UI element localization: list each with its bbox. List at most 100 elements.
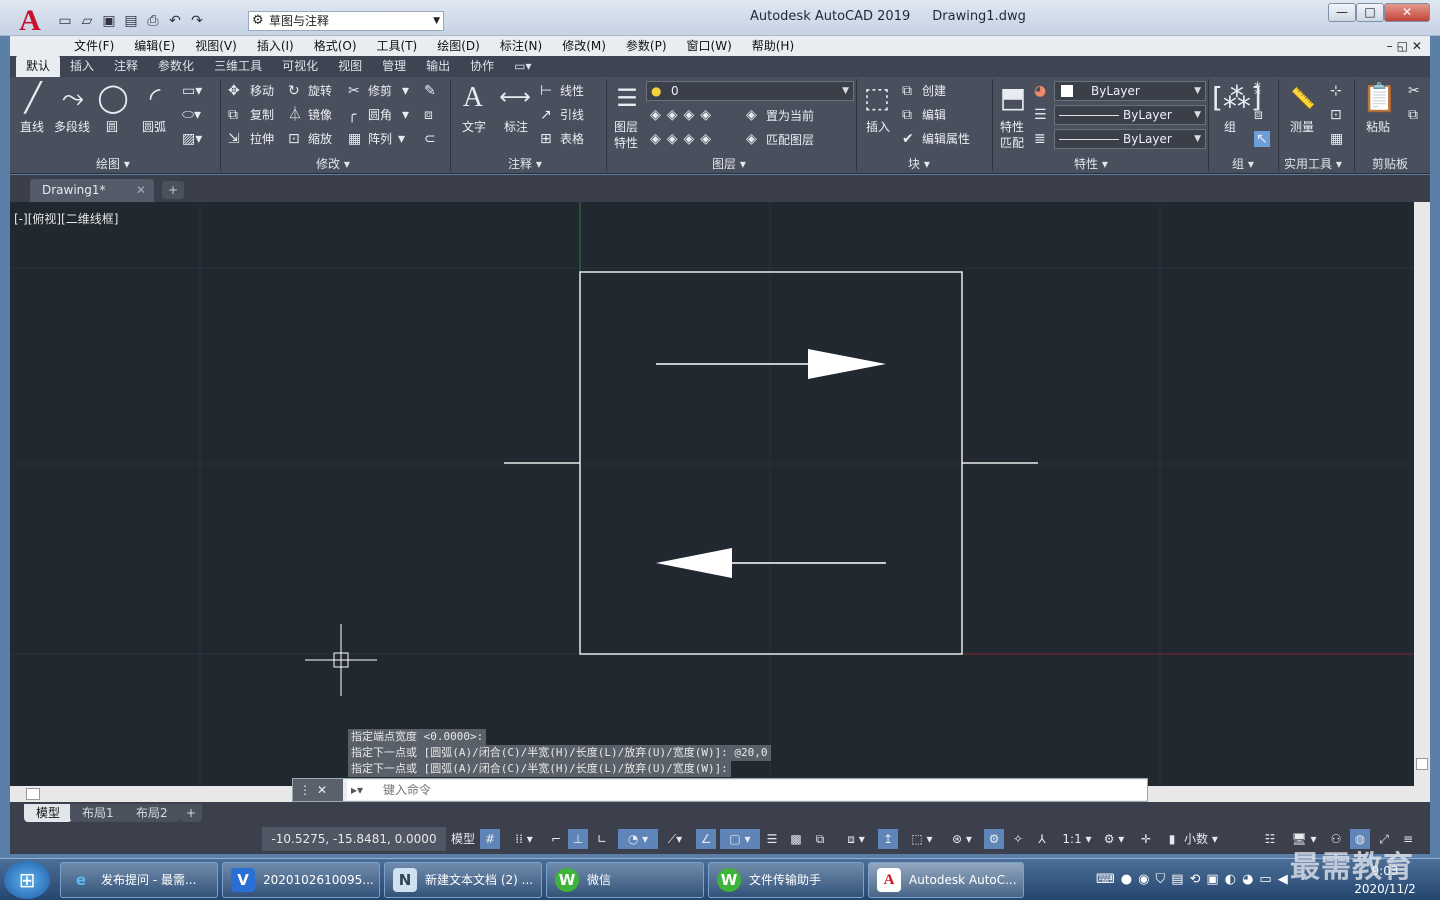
3d-osnap-icon[interactable]: ⧈ ▾: [836, 829, 876, 849]
dropdown-icon[interactable]: ▾: [402, 83, 409, 99]
rotate-button[interactable]: 旋转: [308, 83, 332, 99]
annotation-scale-dropdown[interactable]: 1:1 ▾: [1056, 829, 1098, 849]
panel-title-draw[interactable]: 绘图 ▾: [96, 156, 130, 172]
match-properties-icon[interactable]: ⬒: [996, 81, 1030, 115]
ribbon-minimize-icon[interactable]: ▭▾: [504, 56, 541, 77]
tab-default[interactable]: 默认: [16, 56, 61, 77]
top-arrow-head[interactable]: [808, 349, 886, 379]
scale-button[interactable]: 缩放: [308, 131, 332, 147]
object-snap-tracking-icon[interactable]: ∠: [696, 829, 716, 849]
infer-constraints-icon[interactable]: ⌐: [546, 829, 566, 849]
workspace-switch-icon[interactable]: ⚙ ▾: [1096, 829, 1132, 849]
volume-icon[interactable]: ◀: [1278, 872, 1288, 887]
panel-title-annotation[interactable]: 注释 ▾: [508, 156, 542, 172]
dropdown-icon[interactable]: ▾: [398, 131, 405, 147]
taskbar-item-ie[interactable]: e 发布提问 - 最需...: [60, 862, 218, 898]
print-icon[interactable]: ⎙: [144, 13, 162, 29]
arc-icon[interactable]: ◜: [138, 81, 172, 115]
command-line-tools[interactable]: ⋮✕🔧: [293, 779, 343, 819]
tab-view[interactable]: 视图: [328, 56, 372, 77]
menu-parametric[interactable]: 参数(P): [616, 36, 677, 56]
coordinate-display[interactable]: -10.5275, -15.8481, 0.0000: [262, 827, 446, 851]
menu-modify[interactable]: 修改(M): [552, 36, 616, 56]
vertical-scrollbar[interactable]: [1414, 202, 1430, 786]
model-space-button[interactable]: 模型: [448, 829, 478, 849]
ortho-icon[interactable]: ∟: [592, 829, 612, 849]
set-current-button[interactable]: 置为当前: [766, 108, 814, 124]
leader-button[interactable]: 引线: [560, 107, 584, 123]
tab-output[interactable]: 输出: [416, 56, 460, 77]
taskbar-item-notepad[interactable]: N 新建文本文档 (2) ...: [384, 862, 542, 898]
gizmo-icon[interactable]: ⊛ ▾: [942, 829, 982, 849]
create-block-button[interactable]: 创建: [922, 83, 946, 99]
panel-title-layers[interactable]: 图层 ▾: [712, 156, 746, 172]
document-window-controls[interactable]: –◱✕: [1387, 36, 1426, 56]
edit-attribute-button[interactable]: 编辑属性: [922, 131, 970, 147]
group-button[interactable]: 组: [1224, 119, 1236, 135]
polyline-button[interactable]: 多段线: [54, 119, 90, 135]
dimension-button[interactable]: 标注: [504, 119, 528, 135]
grid-icon[interactable]: #: [480, 829, 500, 849]
taskbar-item-autocad[interactable]: A Autodesk AutoC...: [868, 862, 1024, 898]
line-icon[interactable]: ╱: [16, 81, 50, 115]
lineweight-dropdown[interactable]: ByLayer ▼: [1054, 129, 1206, 149]
new-icon[interactable]: ▭: [56, 13, 74, 29]
selection-cycling-icon[interactable]: ⧉: [810, 829, 830, 849]
shield-icon[interactable]: ⛉: [1155, 872, 1165, 887]
tab-visualize[interactable]: 可视化: [272, 56, 328, 77]
copy-button[interactable]: 复制: [250, 107, 274, 123]
tab-insert[interactable]: 插入: [60, 56, 104, 77]
layer-properties-icon[interactable]: ☰: [610, 81, 644, 115]
tab-layout1[interactable]: 布局1: [70, 804, 126, 822]
quick-select-icon[interactable]: ⊹: [1330, 83, 1342, 99]
save-icon[interactable]: ▣: [100, 13, 118, 29]
workspace-selector[interactable]: ⚙ 草图与注释 ▼: [248, 11, 444, 31]
offset-icon[interactable]: ⊂: [424, 131, 436, 147]
selection-filter-icon[interactable]: ⬚ ▾: [902, 829, 942, 849]
layer-tools-row1[interactable]: ◈◈◈◈: [650, 107, 717, 123]
nvidia-icon[interactable]: ▣: [1206, 872, 1218, 887]
linetype-dropdown[interactable]: ByLayer ▼: [1054, 105, 1206, 125]
panel-title-groups[interactable]: 组 ▾: [1232, 156, 1254, 172]
mirror-button[interactable]: 镜像: [308, 107, 332, 123]
menu-window[interactable]: 窗口(W): [677, 36, 742, 56]
snap-icon[interactable]: ⁞⁞ ▾: [504, 829, 544, 849]
windows-start-icon[interactable]: ⊞: [4, 861, 50, 899]
open-icon[interactable]: ▱: [78, 13, 96, 29]
keyboard-icon[interactable]: ⌨: [1096, 872, 1115, 887]
panel-title-properties[interactable]: 特性 ▾: [1074, 156, 1108, 172]
insert-block-button[interactable]: 插入: [866, 119, 890, 135]
select-all-icon[interactable]: ⊡: [1330, 107, 1342, 123]
menu-help[interactable]: 帮助(H): [742, 36, 804, 56]
rectangle-icon[interactable]: ▭▾: [182, 83, 202, 99]
hatch-icon[interactable]: ▨▾: [182, 131, 202, 147]
tab-layout2[interactable]: 布局2: [124, 804, 180, 822]
linear-dim-button[interactable]: 线性: [560, 83, 584, 99]
maximize-button[interactable]: □: [1356, 3, 1384, 22]
panel-title-clipboard[interactable]: 剪贴板: [1372, 156, 1408, 172]
tab-collaborate[interactable]: 协作: [460, 56, 504, 77]
tab-manage[interactable]: 管理: [372, 56, 416, 77]
group-edit-icon[interactable]: ⧈: [1254, 107, 1263, 123]
undo-icon[interactable]: ↶: [166, 13, 184, 29]
rectangle-shape[interactable]: [579, 271, 963, 655]
dynamic-ucs-icon[interactable]: ↥: [878, 829, 898, 849]
quick-properties-icon[interactable]: ☷: [1260, 829, 1280, 849]
circle-button[interactable]: 圆: [106, 119, 118, 135]
object-snap-icon[interactable]: ▢ ▾: [720, 829, 760, 849]
close-button[interactable]: ✕: [1384, 3, 1430, 22]
menu-view[interactable]: 视图(V): [185, 36, 247, 56]
drawing-canvas[interactable]: [-][俯视][二维线框]: [10, 202, 1414, 786]
measure-icon[interactable]: 📏: [1286, 81, 1320, 115]
autocad-logo-icon[interactable]: A: [10, 6, 50, 38]
scroll-thumb[interactable]: [26, 788, 40, 800]
tab-model[interactable]: 模型: [24, 804, 73, 822]
arc-button[interactable]: 圆弧: [142, 119, 166, 135]
menu-insert[interactable]: 插入(I): [247, 36, 304, 56]
auto-scale-icon[interactable]: ✧: [1008, 829, 1028, 849]
layer-dropdown[interactable]: ● 0 ▼: [646, 81, 854, 101]
panel-title-block[interactable]: 块 ▾: [908, 156, 930, 172]
color-dropdown[interactable]: ByLayer ▼: [1054, 81, 1206, 101]
wechat-tray-icon[interactable]: ●: [1121, 872, 1132, 887]
monitor-icon[interactable]: ▭: [1259, 872, 1271, 887]
